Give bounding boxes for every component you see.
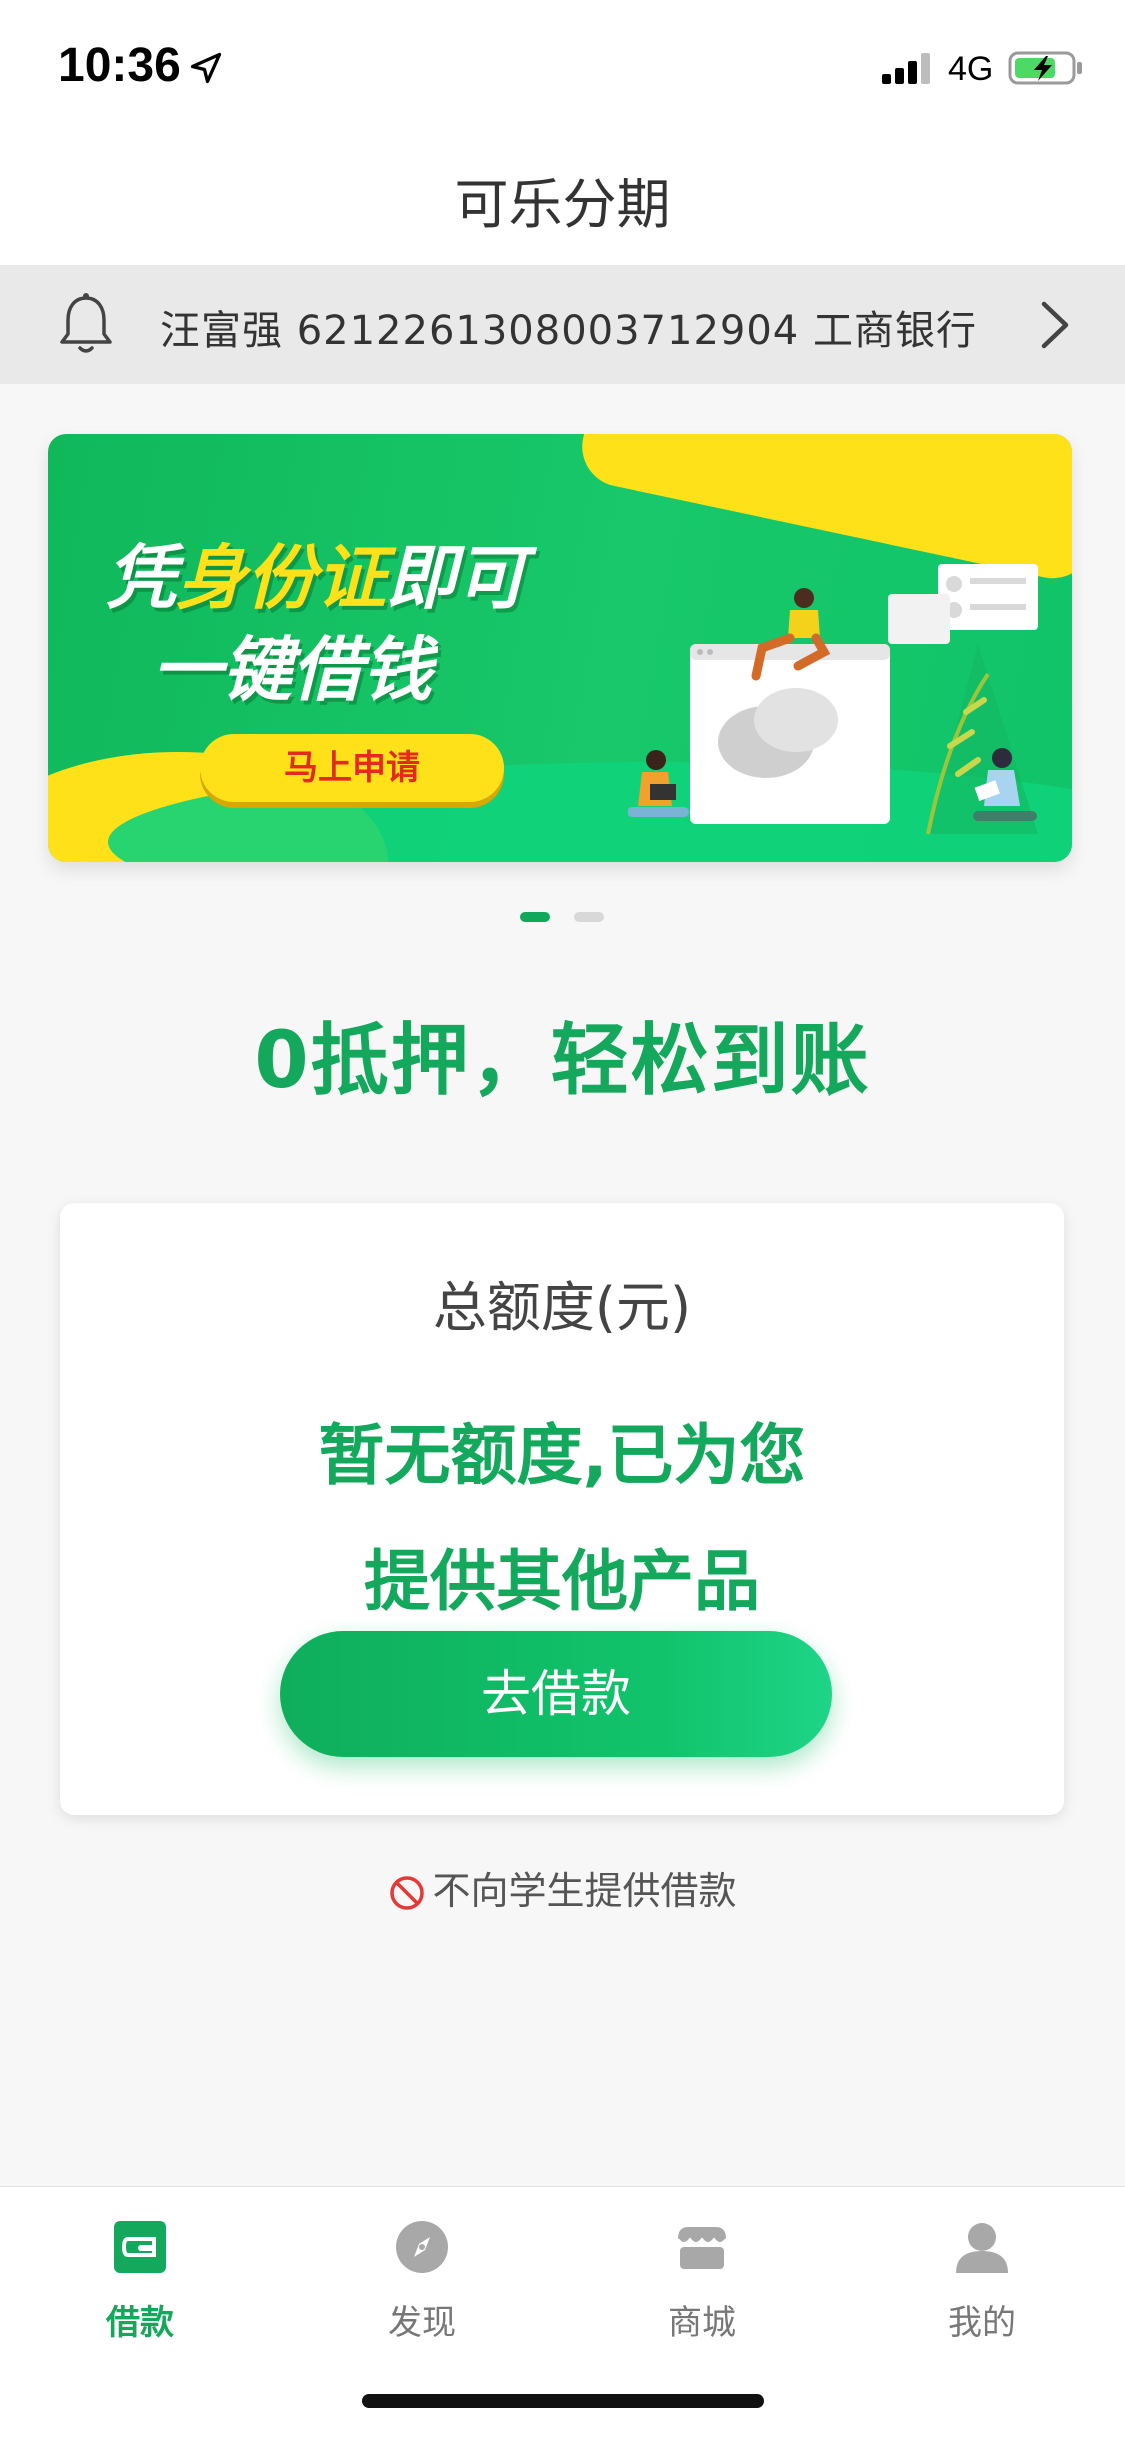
home-indicator[interactable] — [362, 2394, 764, 2408]
account-notice-bar[interactable]: 汪富强 6212261308003712904 工商银行 — [0, 266, 1125, 384]
banner-headline-highlight: 身份证 — [176, 537, 386, 619]
student-notice-text: 不向学生提供借款 — [432, 1869, 737, 1913]
banner-subline: 一键借钱 — [152, 629, 432, 711]
store-icon — [677, 2227, 727, 2269]
pager-dot[interactable] — [574, 912, 604, 922]
status-bar: 10:36 4G — [0, 0, 1125, 130]
borrow-button[interactable]: 去借款 — [280, 1631, 832, 1757]
location-arrow-icon — [190, 52, 222, 84]
student-notice: 不向学生提供借款 — [0, 1860, 1125, 1915]
network-label: 4G — [948, 50, 994, 88]
tab-label: 商城 — [668, 2303, 736, 2343]
tab-label: 我的 — [948, 2303, 1016, 2343]
prohibited-icon — [390, 1876, 425, 1910]
battery-charging-icon — [1008, 51, 1082, 85]
banner-headline-suffix: 即可 — [386, 537, 526, 619]
status-time: 10:36 — [58, 39, 181, 92]
page-title: 可乐分期 — [454, 173, 671, 236]
bell-icon — [60, 293, 112, 353]
banner-pager — [520, 912, 610, 926]
credit-status: 暂无额度,已为您 提供其他产品 — [60, 1393, 1064, 1645]
people-illustration-icon — [628, 564, 1038, 835]
compass-icon — [396, 2221, 448, 2273]
tab-label: 发现 — [388, 2303, 456, 2343]
nav-bar: 可乐分期 — [0, 130, 1125, 266]
banner-headline-prefix: 凭 — [106, 537, 176, 619]
banner-headline: 凭身份证即可 — [106, 522, 526, 623]
slogan: 0抵押，轻松到账 — [254, 1016, 871, 1106]
tab-loan[interactable]: 借款 — [40, 2217, 240, 2344]
tab-discover[interactable]: 发现 — [322, 2217, 522, 2344]
notice-text: 汪富强 6212261308003712904 工商银行 — [160, 308, 977, 354]
tab-label: 借款 — [106, 2303, 174, 2343]
wallet-icon — [114, 2221, 166, 2273]
signal-icon — [882, 53, 930, 84]
credit-limit-card: 总额度(元) 暂无额度,已为您 提供其他产品 去借款 — [60, 1203, 1064, 1815]
promo-banner[interactable]: 凭身份证即可 一键借钱 马上申请 — [48, 434, 1072, 862]
credit-limit-title: 总额度(元) — [432, 1276, 692, 1339]
user-icon — [956, 2223, 1008, 2273]
tab-mine[interactable]: 我的 — [882, 2217, 1082, 2344]
apply-now-button[interactable]: 马上申请 — [200, 734, 504, 802]
tab-mall[interactable]: 商城 — [602, 2217, 802, 2344]
chevron-right-icon[interactable] — [1038, 298, 1072, 352]
credit-status-line: 提供其他产品 — [364, 1543, 760, 1620]
credit-status-line: 暂无额度,已为您 — [318, 1417, 806, 1494]
pager-dot-active[interactable] — [520, 912, 550, 922]
